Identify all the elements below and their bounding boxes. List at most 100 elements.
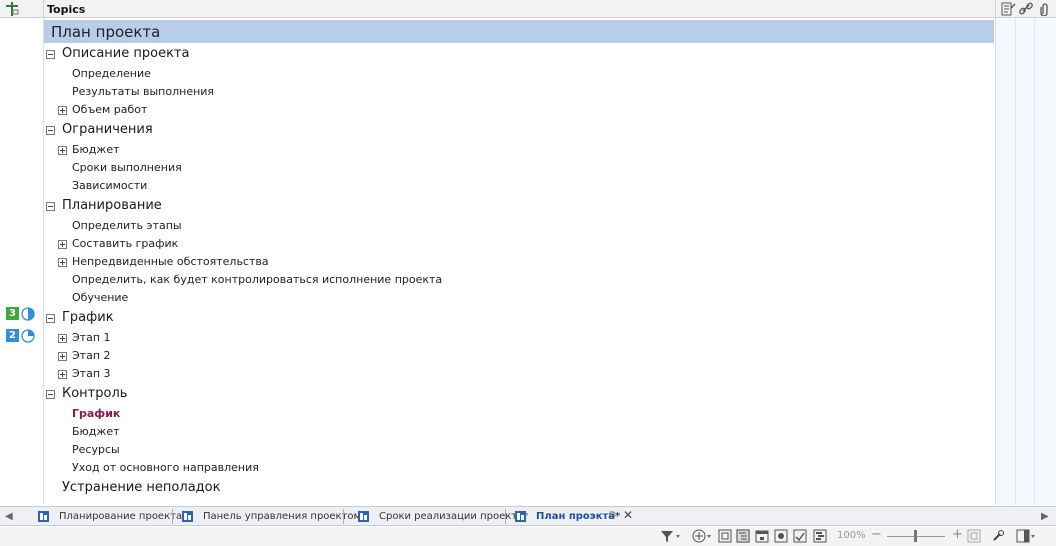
subtopic-label: Уход от основного направления bbox=[72, 461, 259, 474]
zoom-level: 100% bbox=[837, 530, 866, 541]
expand-toggle[interactable] bbox=[58, 370, 67, 379]
progress-pie-icon[interactable] bbox=[21, 329, 35, 343]
subtopic-row[interactable]: График bbox=[58, 407, 978, 425]
link-icon[interactable] bbox=[1018, 2, 1034, 16]
subtopic-row[interactable]: Бюджет bbox=[58, 425, 978, 443]
root-topic-label: План проекта bbox=[51, 23, 161, 41]
outline-right-columns bbox=[995, 18, 1056, 505]
subtopic-label: График bbox=[72, 407, 121, 420]
fit-map-icon[interactable] bbox=[718, 529, 732, 543]
attachment-icon[interactable] bbox=[1037, 2, 1053, 16]
root-topic[interactable]: План проекта bbox=[44, 20, 994, 43]
subtopic-row[interactable]: Ресурсы bbox=[58, 443, 978, 461]
collapse-toggle[interactable] bbox=[46, 202, 55, 211]
document-tab[interactable]: Планирование проекта* bbox=[37, 507, 187, 526]
mindmap-document-icon bbox=[515, 511, 526, 522]
subtopic-label: Сроки выполнения bbox=[72, 161, 182, 174]
collapse-toggle[interactable] bbox=[46, 126, 55, 135]
task-view-icon[interactable] bbox=[793, 529, 807, 543]
add-topic-icon[interactable] bbox=[692, 529, 714, 543]
subtopic-label: Этап 3 bbox=[72, 367, 111, 380]
outline-view-icon[interactable] bbox=[736, 529, 750, 543]
topic-label: Устранение неполадок bbox=[62, 480, 221, 495]
subtopic-row[interactable]: Зависимости bbox=[58, 179, 978, 197]
collapse-toggle[interactable] bbox=[46, 314, 55, 323]
subtopic-label: Ресурсы bbox=[72, 443, 120, 456]
document-tab[interactable]: Сроки реализации проекта* bbox=[357, 507, 528, 526]
topic-row[interactable]: Описание проекта bbox=[44, 46, 984, 64]
topic-label: Контроль bbox=[62, 386, 128, 401]
subtopic-row[interactable]: Результаты выполнения bbox=[58, 85, 978, 103]
document-tab-label: Планирование проекта* bbox=[59, 511, 188, 522]
topic-row[interactable]: Устранение неполадок bbox=[44, 480, 984, 498]
zoom-out-button[interactable]: − bbox=[871, 527, 882, 542]
insert-topic-icon bbox=[6, 2, 19, 16]
topic-row[interactable]: Планирование bbox=[44, 198, 984, 216]
mindmap-document-icon bbox=[38, 511, 49, 522]
subtopic-label: Этап 2 bbox=[72, 349, 111, 362]
subtopic-row[interactable]: Составить график bbox=[58, 237, 978, 255]
notes-icon[interactable] bbox=[1000, 2, 1016, 16]
map-view-icon[interactable] bbox=[774, 529, 788, 543]
topic-label: Ограничения bbox=[62, 122, 153, 137]
calendar-view-icon[interactable] bbox=[755, 529, 769, 543]
subtopic-row[interactable]: Бюджет bbox=[58, 143, 978, 161]
collapse-toggle[interactable] bbox=[46, 50, 55, 59]
subtopic-row[interactable]: Этап 1 bbox=[58, 331, 978, 349]
progress-pie-icon[interactable] bbox=[21, 307, 35, 321]
float-tab-icon[interactable]: ⧉ bbox=[609, 510, 615, 520]
expand-toggle[interactable] bbox=[58, 240, 67, 249]
subtopic-row[interactable]: Этап 2 bbox=[58, 349, 978, 367]
expand-toggle[interactable] bbox=[58, 258, 67, 267]
close-tab-icon[interactable]: ✕ bbox=[623, 508, 633, 522]
zoom-slider-thumb[interactable] bbox=[914, 530, 917, 542]
subtopic-row[interactable]: Непредвиденные обстоятельства bbox=[58, 255, 978, 273]
tabs-scroll-left-button[interactable]: ◀ bbox=[5, 511, 13, 522]
subtopic-row[interactable]: Сроки выполнения bbox=[58, 161, 978, 179]
task-info-badges[interactable]: 3 bbox=[6, 307, 42, 321]
tab-divider bbox=[343, 509, 344, 524]
filter-icon[interactable] bbox=[660, 529, 682, 543]
subtopic-row[interactable]: Объем работ bbox=[58, 103, 978, 121]
expand-toggle[interactable] bbox=[58, 352, 67, 361]
topic-label: График bbox=[62, 310, 114, 325]
tabs-scroll-right-button[interactable]: ▶ bbox=[1041, 511, 1049, 522]
status-bar: 100% − + bbox=[0, 527, 1056, 546]
mindmap-document-icon bbox=[358, 511, 369, 522]
document-tab[interactable]: Панель управления проектом bbox=[181, 507, 361, 526]
tab-divider bbox=[505, 509, 506, 524]
expand-toggle[interactable] bbox=[58, 106, 67, 115]
subtopic-label: Зависимости bbox=[72, 179, 148, 192]
fit-page-icon[interactable] bbox=[967, 529, 981, 543]
topic-row[interactable]: Ограничения bbox=[44, 122, 984, 140]
subtopic-label: Объем работ bbox=[72, 103, 148, 116]
subtopic-row[interactable]: Определение bbox=[58, 67, 978, 85]
document-tab[interactable]: План проэкта* ⧉ ✕ bbox=[514, 507, 634, 526]
mindmap-app: Topics 32 План проекта Описание проекта … bbox=[0, 0, 1056, 546]
topic-row[interactable]: Контроль bbox=[44, 386, 984, 404]
task-pane-icon[interactable] bbox=[1016, 529, 1038, 543]
insert-topic-button[interactable] bbox=[0, 0, 44, 18]
topic-row[interactable]: График bbox=[44, 310, 984, 328]
expand-toggle[interactable] bbox=[58, 334, 67, 343]
tab-divider bbox=[172, 509, 173, 524]
subtopic-label: Составить график bbox=[72, 237, 179, 250]
smart-fill-icon[interactable] bbox=[991, 529, 1005, 543]
priority-badge[interactable]: 2 bbox=[6, 329, 19, 342]
subtopic-row[interactable]: Уход от основного направления bbox=[58, 461, 978, 479]
expand-toggle[interactable] bbox=[58, 146, 67, 155]
collapse-toggle[interactable] bbox=[46, 390, 55, 399]
task-info-badges[interactable]: 2 bbox=[6, 329, 42, 343]
subtopic-row[interactable]: Определить этапы bbox=[58, 219, 978, 237]
document-tab-label: Панель управления проектом bbox=[203, 511, 362, 522]
subtopic-row[interactable]: Обучение bbox=[58, 291, 978, 309]
outline-header: Topics bbox=[0, 0, 1056, 18]
subtopic-row[interactable]: Этап 3 bbox=[58, 367, 978, 385]
left-gutter: 32 bbox=[0, 18, 44, 505]
topics-column-header: Topics bbox=[47, 3, 86, 16]
gantt-view-icon[interactable] bbox=[813, 529, 827, 543]
zoom-in-button[interactable]: + bbox=[952, 527, 963, 542]
subtopic-label: Определение bbox=[72, 67, 151, 80]
priority-badge[interactable]: 3 bbox=[6, 307, 19, 320]
subtopic-row[interactable]: Определить, как будет контролироваться и… bbox=[58, 273, 978, 291]
